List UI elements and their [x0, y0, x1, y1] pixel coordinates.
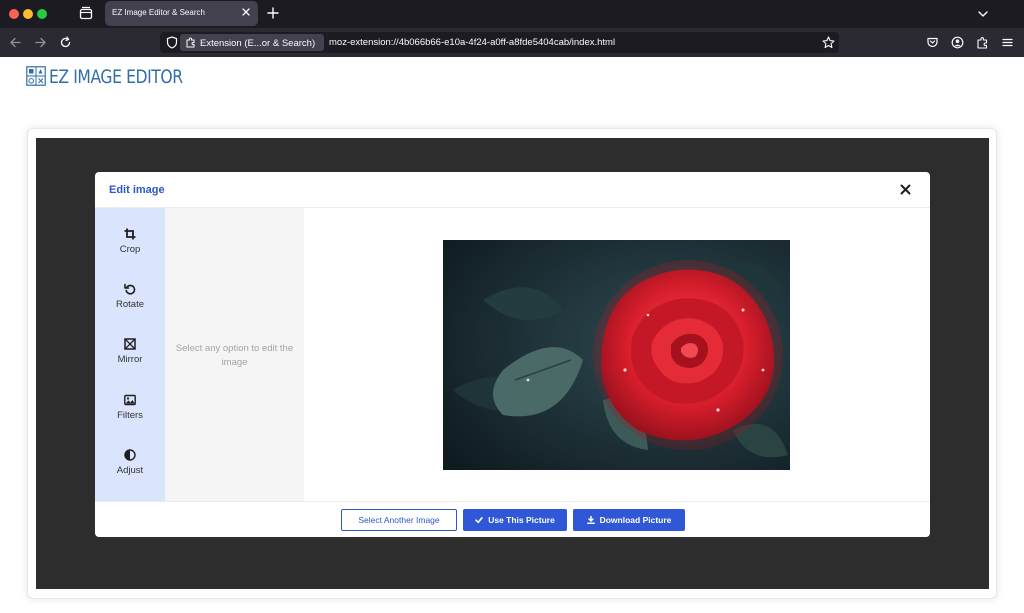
mirror-icon — [124, 338, 136, 350]
modal-footer: Select Another Image Use This Picture Do… — [95, 501, 930, 537]
download-icon — [586, 515, 595, 524]
tab-overview-icon[interactable] — [79, 6, 93, 20]
puzzle-icon — [186, 37, 195, 48]
back-arrow-icon[interactable] — [9, 36, 22, 49]
browser-nav-bar: Extension (E...or & Search) moz-extensio… — [0, 28, 1024, 57]
crop-icon — [124, 228, 136, 240]
extensions-puzzle-icon[interactable] — [976, 36, 989, 49]
logo-grid-icon — [26, 66, 46, 86]
download-picture-button[interactable]: Download Picture — [573, 509, 685, 531]
tools-sidebar: Crop Rotate Mirror Filters Adjust — [95, 208, 165, 501]
logo-text: EZ IMAGE EDITOR — [49, 66, 183, 88]
tool-mirror[interactable]: Mirror — [95, 338, 165, 384]
editor-card: Edit image Crop Rotate Mirror Filters Ad… — [27, 128, 997, 599]
modal-title: Edit image — [109, 184, 165, 196]
plus-icon[interactable] — [267, 7, 279, 19]
image-preview — [443, 240, 790, 470]
forward-arrow-icon[interactable] — [34, 36, 47, 49]
address-bar[interactable]: Extension (E...or & Search) moz-extensio… — [160, 32, 839, 53]
tool-crop[interactable]: Crop — [95, 228, 165, 274]
close-icon[interactable] — [900, 184, 911, 195]
image-icon — [124, 394, 136, 406]
check-icon — [475, 517, 483, 524]
account-icon[interactable] — [951, 36, 964, 49]
url-text[interactable]: moz-extension://4b066b66-e10a-4f24-a0ff-… — [329, 37, 615, 48]
image-preview-area — [304, 208, 930, 501]
download-label: Download Picture — [599, 515, 672, 525]
editor-backdrop: Edit image Crop Rotate Mirror Filters Ad… — [36, 138, 989, 589]
rose-photo — [443, 240, 790, 470]
rotate-icon — [124, 283, 136, 295]
close-icon[interactable] — [241, 7, 251, 17]
window-zoom-button[interactable] — [37, 9, 47, 19]
window-close-button[interactable] — [9, 9, 19, 19]
tool-label: Adjust — [116, 465, 144, 476]
edit-image-modal: Edit image Crop Rotate Mirror Filters Ad… — [95, 172, 930, 537]
tab-ez-image-editor[interactable]: EZ Image Editor & Search — [105, 1, 258, 26]
tool-adjust[interactable]: Adjust — [95, 449, 165, 495]
pocket-icon[interactable] — [926, 36, 939, 49]
use-this-picture-button[interactable]: Use This Picture — [463, 509, 567, 531]
tool-label: Filters — [117, 410, 143, 421]
contrast-icon — [124, 449, 136, 461]
tool-options-panel: Select any option to edit the image — [165, 208, 304, 501]
tool-rotate[interactable]: Rotate — [95, 283, 165, 329]
use-picture-label: Use This Picture — [488, 515, 555, 525]
shield-icon[interactable] — [166, 36, 178, 49]
window-minimize-button[interactable] — [23, 9, 33, 19]
tool-filters[interactable]: Filters — [95, 394, 165, 440]
chevron-down-icon[interactable] — [977, 8, 989, 20]
options-hint: Select any option to edit the image — [175, 343, 294, 368]
extension-label: Extension (E...or & Search) — [200, 38, 316, 49]
extension-identity-chip[interactable]: Extension (E...or & Search) — [180, 34, 324, 51]
tool-label: Crop — [119, 244, 141, 255]
tool-label: Rotate — [116, 299, 144, 310]
select-another-image-button[interactable]: Select Another Image — [341, 509, 457, 531]
tab-title: EZ Image Editor & Search — [112, 8, 205, 17]
modal-header: Edit image — [95, 172, 930, 208]
tool-label: Mirror — [117, 354, 143, 365]
reload-icon[interactable] — [59, 36, 72, 49]
browser-tab-bar: EZ Image Editor & Search — [0, 0, 1024, 28]
star-icon[interactable] — [822, 36, 835, 49]
menu-icon[interactable] — [1001, 36, 1014, 49]
